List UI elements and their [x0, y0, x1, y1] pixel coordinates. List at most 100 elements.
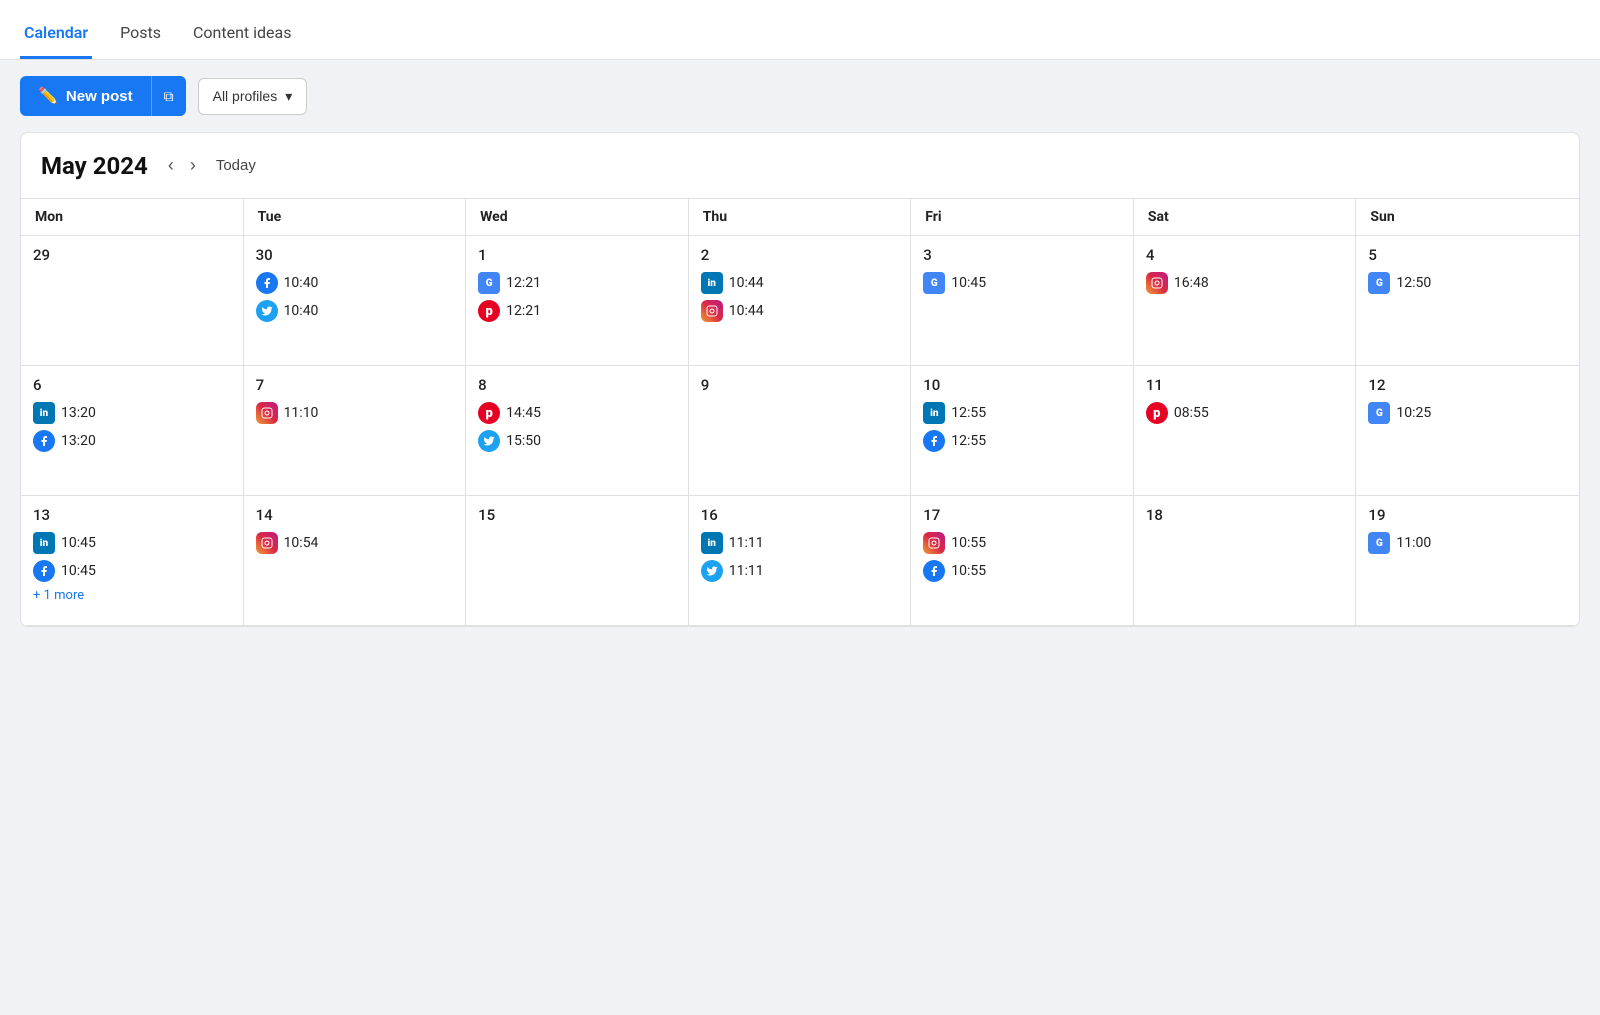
day-cell[interactable]: 1710:5510:55	[911, 496, 1134, 626]
tab-calendar[interactable]: Calendar	[20, 23, 92, 59]
day-number: 9	[701, 376, 899, 394]
post-time: 11:11	[729, 535, 764, 551]
post-time: 12:55	[951, 433, 986, 449]
post-entry[interactable]: G12:21	[478, 272, 676, 294]
day-cell[interactable]: 3G10:45	[911, 236, 1134, 366]
day-number: 6	[33, 376, 231, 394]
day-header-sat: Sat	[1134, 199, 1357, 236]
calendar-header: May 2024 ‹ › Today	[21, 133, 1579, 199]
next-month-button[interactable]: ›	[182, 151, 204, 180]
post-entry[interactable]: 12:55	[923, 430, 1121, 452]
week-row-1: 6 in13:20 13:20 7 11:10 8 p 14:45 15:50 9 10 in12:5…	[21, 366, 1579, 496]
post-entry[interactable]: 13:20	[33, 430, 231, 452]
day-number: 2	[701, 246, 899, 264]
post-entry[interactable]: p08:55	[1146, 402, 1344, 424]
twitter-icon	[256, 300, 278, 322]
post-entry[interactable]: in13:20	[33, 402, 231, 424]
post-entry[interactable]: 15:50	[478, 430, 676, 452]
day-number: 8	[478, 376, 676, 394]
day-number: 4	[1146, 246, 1344, 264]
post-entry[interactable]: in12:55	[923, 402, 1121, 424]
today-button[interactable]: Today	[208, 153, 264, 178]
day-cell[interactable]: 13 in 10:45 10:45 + 1 more	[21, 496, 244, 626]
day-header-thu: Thu	[689, 199, 912, 236]
post-time: 11:10	[284, 405, 319, 421]
post-entry[interactable]: 16:48	[1146, 272, 1344, 294]
day-cell[interactable]: 19G11:00	[1356, 496, 1579, 626]
gbusiness-icon: G	[1368, 402, 1390, 424]
day-cell[interactable]: 1G12:21p12:21	[466, 236, 689, 366]
day-number: 30	[256, 246, 454, 264]
day-cell[interactable]: 29	[21, 236, 244, 366]
day-header-tue: Tue	[244, 199, 467, 236]
profiles-dropdown[interactable]: All profiles ▾	[198, 78, 308, 115]
post-time: 10:55	[951, 535, 986, 551]
day-number: 18	[1146, 506, 1344, 524]
post-entry[interactable]: 10:54	[256, 532, 454, 554]
post-entry[interactable]: in 10:45	[33, 532, 231, 554]
week-row-0: 293010:4010:401G12:21p12:212in10:4410:44…	[21, 236, 1579, 366]
day-number: 16	[701, 506, 899, 524]
post-time: 12:55	[951, 405, 986, 421]
post-time: 14:45	[506, 405, 541, 421]
post-entry[interactable]: 10:55	[923, 560, 1121, 582]
day-cell[interactable]: 10in12:5512:55	[911, 366, 1134, 496]
facebook-icon	[256, 272, 278, 294]
day-cell[interactable]: 11p08:55	[1134, 366, 1357, 496]
post-time: 10:54	[284, 535, 319, 551]
post-entry[interactable]: 11:10	[256, 402, 454, 424]
linkedin-icon: in	[33, 532, 55, 554]
new-post-wrapper: ✏️ New post ⧉	[20, 76, 186, 116]
gbusiness-icon: G	[478, 272, 500, 294]
day-number: 10	[923, 376, 1121, 394]
day-cell[interactable]: 5G12:50	[1356, 236, 1579, 366]
day-cell[interactable]: 8 p 14:45 15:50	[466, 366, 689, 496]
post-entry[interactable]: 10:44	[701, 300, 899, 322]
tab-posts[interactable]: Posts	[116, 23, 165, 59]
gbusiness-icon: G	[923, 272, 945, 294]
day-cell[interactable]: 4 16:48	[1134, 236, 1357, 366]
post-entry[interactable]: G 10:45	[923, 272, 1121, 294]
prev-month-button[interactable]: ‹	[160, 151, 182, 180]
new-post-copy-button[interactable]: ⧉	[151, 76, 186, 116]
post-time: 08:55	[1174, 405, 1209, 421]
post-entry[interactable]: p12:21	[478, 300, 676, 322]
day-cell[interactable]: 9	[689, 366, 912, 496]
pinterest-icon: p	[478, 402, 500, 424]
instagram-icon	[256, 532, 278, 554]
post-entry[interactable]: G11:00	[1368, 532, 1567, 554]
day-number: 7	[256, 376, 454, 394]
post-entry[interactable]: G 10:25	[1368, 402, 1567, 424]
tab-content-ideas[interactable]: Content ideas	[189, 23, 296, 59]
post-time: 12:50	[1396, 275, 1431, 291]
post-time: 10:45	[61, 535, 96, 551]
post-entry[interactable]: 10:45	[33, 560, 231, 582]
new-post-button[interactable]: ✏️ New post	[20, 76, 151, 116]
post-time: 10:25	[1396, 405, 1431, 421]
gbusiness-icon: G	[1368, 272, 1390, 294]
day-cell[interactable]: 18	[1134, 496, 1357, 626]
post-time: 11:00	[1396, 535, 1431, 551]
day-number: 13	[33, 506, 231, 524]
day-cell[interactable]: 6 in13:20 13:20	[21, 366, 244, 496]
day-cell[interactable]: 12 G 10:25	[1356, 366, 1579, 496]
post-entry[interactable]: 10:40	[256, 300, 454, 322]
post-time: 12:21	[506, 303, 541, 319]
post-time: 15:50	[506, 433, 541, 449]
post-entry[interactable]: 10:55	[923, 532, 1121, 554]
day-number: 12	[1368, 376, 1567, 394]
day-cell[interactable]: 15	[466, 496, 689, 626]
post-entry[interactable]: in10:44	[701, 272, 899, 294]
day-cell[interactable]: 7 11:10	[244, 366, 467, 496]
post-entry[interactable]: p 14:45	[478, 402, 676, 424]
post-entry[interactable]: G 12:50	[1368, 272, 1567, 294]
day-cell[interactable]: 30 10:40 10:40	[244, 236, 467, 366]
post-time: 10:45	[951, 275, 986, 291]
day-cell[interactable]: 16in11:1111:11	[689, 496, 912, 626]
more-posts-link[interactable]: + 1 more	[33, 588, 231, 603]
day-cell[interactable]: 1410:54	[244, 496, 467, 626]
post-entry[interactable]: in11:11	[701, 532, 899, 554]
post-entry[interactable]: 11:11	[701, 560, 899, 582]
post-entry[interactable]: 10:40	[256, 272, 454, 294]
day-cell[interactable]: 2 in10:44 10:44	[689, 236, 912, 366]
